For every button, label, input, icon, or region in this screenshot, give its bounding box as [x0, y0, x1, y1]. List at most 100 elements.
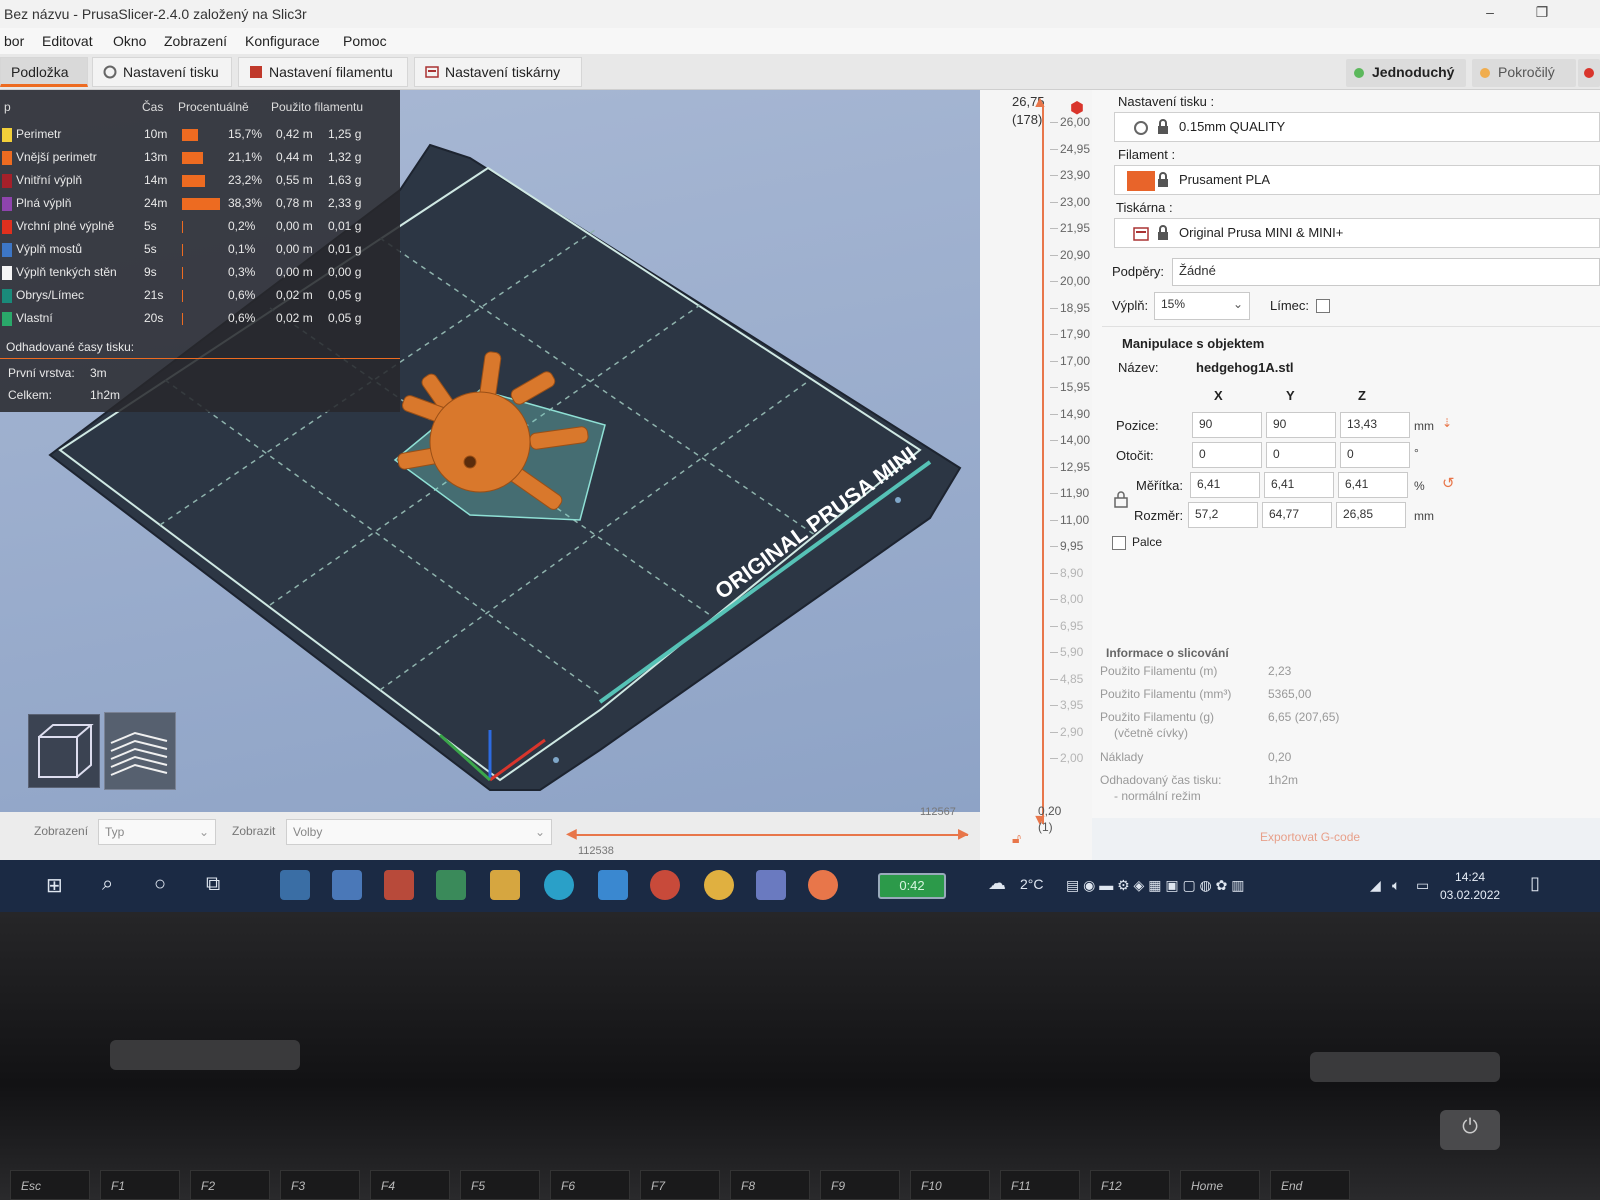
- cortana-icon[interactable]: ○: [154, 873, 166, 896]
- teams-icon[interactable]: [756, 870, 786, 900]
- keyboard-key[interactable]: F9: [820, 1170, 900, 1200]
- tray-icons[interactable]: ▤ ◉ ▬ ⚙ ◈ ▦ ▣ ▢ ◍ ✿ ▥: [1066, 877, 1245, 894]
- keyboard-key[interactable]: F7: [640, 1170, 720, 1200]
- legend-row[interactable]: Vnější perimetr 13m 21,1% 0,44 m 1,32 g: [0, 147, 400, 169]
- prusaslicer-icon[interactable]: [808, 870, 838, 900]
- keyboard-key[interactable]: F6: [550, 1170, 630, 1200]
- scale-x-input[interactable]: 6,41: [1190, 472, 1260, 498]
- menu-file[interactable]: bor: [4, 33, 24, 49]
- print-profile-select[interactable]: 0.15mm QUALITY: [1114, 112, 1600, 142]
- mail-icon[interactable]: [598, 870, 628, 900]
- legend-row[interactable]: Vrchní plné výplně 5s 0,2% 0,00 m 0,01 g: [0, 216, 400, 238]
- mode-advanced-button[interactable]: Pokročilý: [1472, 59, 1576, 87]
- edge-icon[interactable]: [544, 870, 574, 900]
- view-preview-toggle-button[interactable]: [104, 712, 176, 790]
- layer-tick-label: 8,90: [1060, 565, 1084, 580]
- layer-slider[interactable]: 26,75 (178) ▲ ⬢ 26,00 24,95 23,90 23,00 21,9…: [980, 90, 1092, 860]
- view-3d-toggle-button[interactable]: [28, 714, 100, 788]
- tab-bar: Podložka Nastavení tisku Nastavení filam…: [0, 54, 1600, 90]
- legend-row[interactable]: Výplň tenkých stěn 9s 0,3% 0,00 m 0,00 g: [0, 262, 400, 284]
- rotate-x-input[interactable]: 0: [1192, 442, 1262, 468]
- legend-row[interactable]: Vnitřní výplň 14m 23,2% 0,55 m 1,63 g: [0, 170, 400, 192]
- scale-z-input[interactable]: 6,41: [1338, 472, 1408, 498]
- tab-plater[interactable]: Podložka: [0, 57, 88, 87]
- size-x-input[interactable]: 57,2: [1188, 502, 1258, 528]
- reset-scale-icon[interactable]: ↺: [1442, 474, 1455, 492]
- slider-right-thumb-icon[interactable]: ▶: [958, 825, 969, 842]
- mode-simple-button[interactable]: Jednoduchý: [1346, 59, 1466, 87]
- keyboard-key[interactable]: F8: [730, 1170, 810, 1200]
- keyboard-key[interactable]: Home: [1180, 1170, 1260, 1200]
- battery-icon[interactable]: ▭: [1416, 877, 1429, 894]
- keyboard-key[interactable]: F4: [370, 1170, 450, 1200]
- keyboard-key[interactable]: F3: [280, 1170, 360, 1200]
- keyboard-key[interactable]: End: [1270, 1170, 1350, 1200]
- powerpoint-icon[interactable]: [384, 870, 414, 900]
- rotate-y-input[interactable]: 0: [1266, 442, 1336, 468]
- show-options-select[interactable]: Volby ⌄: [286, 819, 552, 845]
- keyboard-key[interactable]: F5: [460, 1170, 540, 1200]
- export-gcode-button[interactable]: Exportovat G-code: [1092, 818, 1600, 860]
- task-view-icon[interactable]: ⧉: [206, 873, 220, 896]
- word-icon[interactable]: [332, 870, 362, 900]
- keyboard-key[interactable]: F12: [1090, 1170, 1170, 1200]
- printer-profile-select[interactable]: Original Prusa MINI & MINI+: [1114, 218, 1600, 248]
- slider-left-thumb-icon[interactable]: ◀: [566, 825, 577, 842]
- menu-edit[interactable]: Editovat: [42, 33, 93, 49]
- volume-icon[interactable]: 🔈︎: [1392, 877, 1400, 894]
- brim-checkbox[interactable]: [1316, 299, 1330, 313]
- infill-select[interactable]: 15% ⌄: [1154, 292, 1250, 320]
- view-type-select[interactable]: Typ ⌄: [98, 819, 216, 845]
- lock-icon[interactable]: [1114, 490, 1128, 511]
- keyboard-key[interactable]: F11: [1000, 1170, 1080, 1200]
- keyboard-key[interactable]: F10: [910, 1170, 990, 1200]
- size-y-input[interactable]: 64,77: [1262, 502, 1332, 528]
- legend-row[interactable]: Výplň mostů 5s 0,1% 0,00 m 0,01 g: [0, 239, 400, 261]
- legend-row[interactable]: Vlastní 20s 0,6% 0,02 m 0,05 g: [0, 308, 400, 330]
- legend-row[interactable]: Perimetr 10m 15,7% 0,42 m 1,25 g: [0, 124, 400, 146]
- legend-row-time: 24m: [144, 196, 168, 210]
- tab-filament-settings[interactable]: Nastavení filamentu: [238, 57, 408, 87]
- network-icon[interactable]: ◢: [1370, 877, 1381, 894]
- tab-print-settings[interactable]: Nastavení tisku: [92, 57, 232, 87]
- position-x-input[interactable]: 90: [1192, 412, 1262, 438]
- excel-icon[interactable]: [436, 870, 466, 900]
- supports-select[interactable]: Žádné: [1172, 258, 1600, 286]
- store-icon[interactable]: [280, 870, 310, 900]
- menu-view[interactable]: Zobrazení: [164, 33, 227, 49]
- maximize-icon[interactable]: ❐: [1530, 4, 1554, 24]
- notifications-icon[interactable]: ▯: [1530, 873, 1540, 894]
- system-clock[interactable]: 14:24 03.02.2022: [1440, 868, 1500, 904]
- search-icon[interactable]: ⌕: [102, 873, 113, 896]
- power-icon[interactable]: ⏻: [1440, 1110, 1500, 1150]
- size-z-input[interactable]: 26,85: [1336, 502, 1406, 528]
- unlock-icon[interactable]: 🔓︎: [1012, 830, 1021, 847]
- inches-checkbox[interactable]: [1112, 536, 1126, 550]
- layer-top-thumb-icon[interactable]: ▲: [1032, 94, 1048, 112]
- menu-help[interactable]: Pomoc: [343, 33, 387, 49]
- legend-row[interactable]: Obrys/Límec 21s 0,6% 0,02 m 0,05 g: [0, 285, 400, 307]
- layer-slider-track[interactable]: [1042, 104, 1044, 824]
- file-explorer-icon[interactable]: [490, 870, 520, 900]
- app-icon[interactable]: [650, 870, 680, 900]
- legend-row[interactable]: Plná výplň 24m 38,3% 0,78 m 2,33 g: [0, 193, 400, 215]
- rotate-z-input[interactable]: 0: [1340, 442, 1410, 468]
- keyboard-key[interactable]: F1: [100, 1170, 180, 1200]
- filament-profile-select[interactable]: Prusament PLA: [1114, 165, 1600, 195]
- keyboard-key[interactable]: Esc: [10, 1170, 90, 1200]
- weather-temperature[interactable]: 2°C: [1020, 876, 1044, 892]
- windows-start-icon[interactable]: ⊞: [46, 873, 63, 898]
- chrome-icon[interactable]: [704, 870, 734, 900]
- mode-expert-button[interactable]: [1578, 59, 1600, 87]
- filament-color-swatch[interactable]: [1127, 171, 1155, 191]
- menu-window[interactable]: Okno: [113, 33, 146, 49]
- scale-y-input[interactable]: 6,41: [1264, 472, 1334, 498]
- menu-configuration[interactable]: Konfigurace: [245, 33, 320, 49]
- keyboard-key[interactable]: F2: [190, 1170, 270, 1200]
- horizontal-slider[interactable]: [572, 834, 968, 836]
- position-z-input[interactable]: 13,43: [1340, 412, 1410, 438]
- minimize-icon[interactable]: –: [1478, 4, 1502, 24]
- drop-to-bed-icon[interactable]: ⇣: [1442, 416, 1452, 430]
- position-y-input[interactable]: 90: [1266, 412, 1336, 438]
- tab-printer-settings[interactable]: Nastavení tiskárny: [414, 57, 582, 87]
